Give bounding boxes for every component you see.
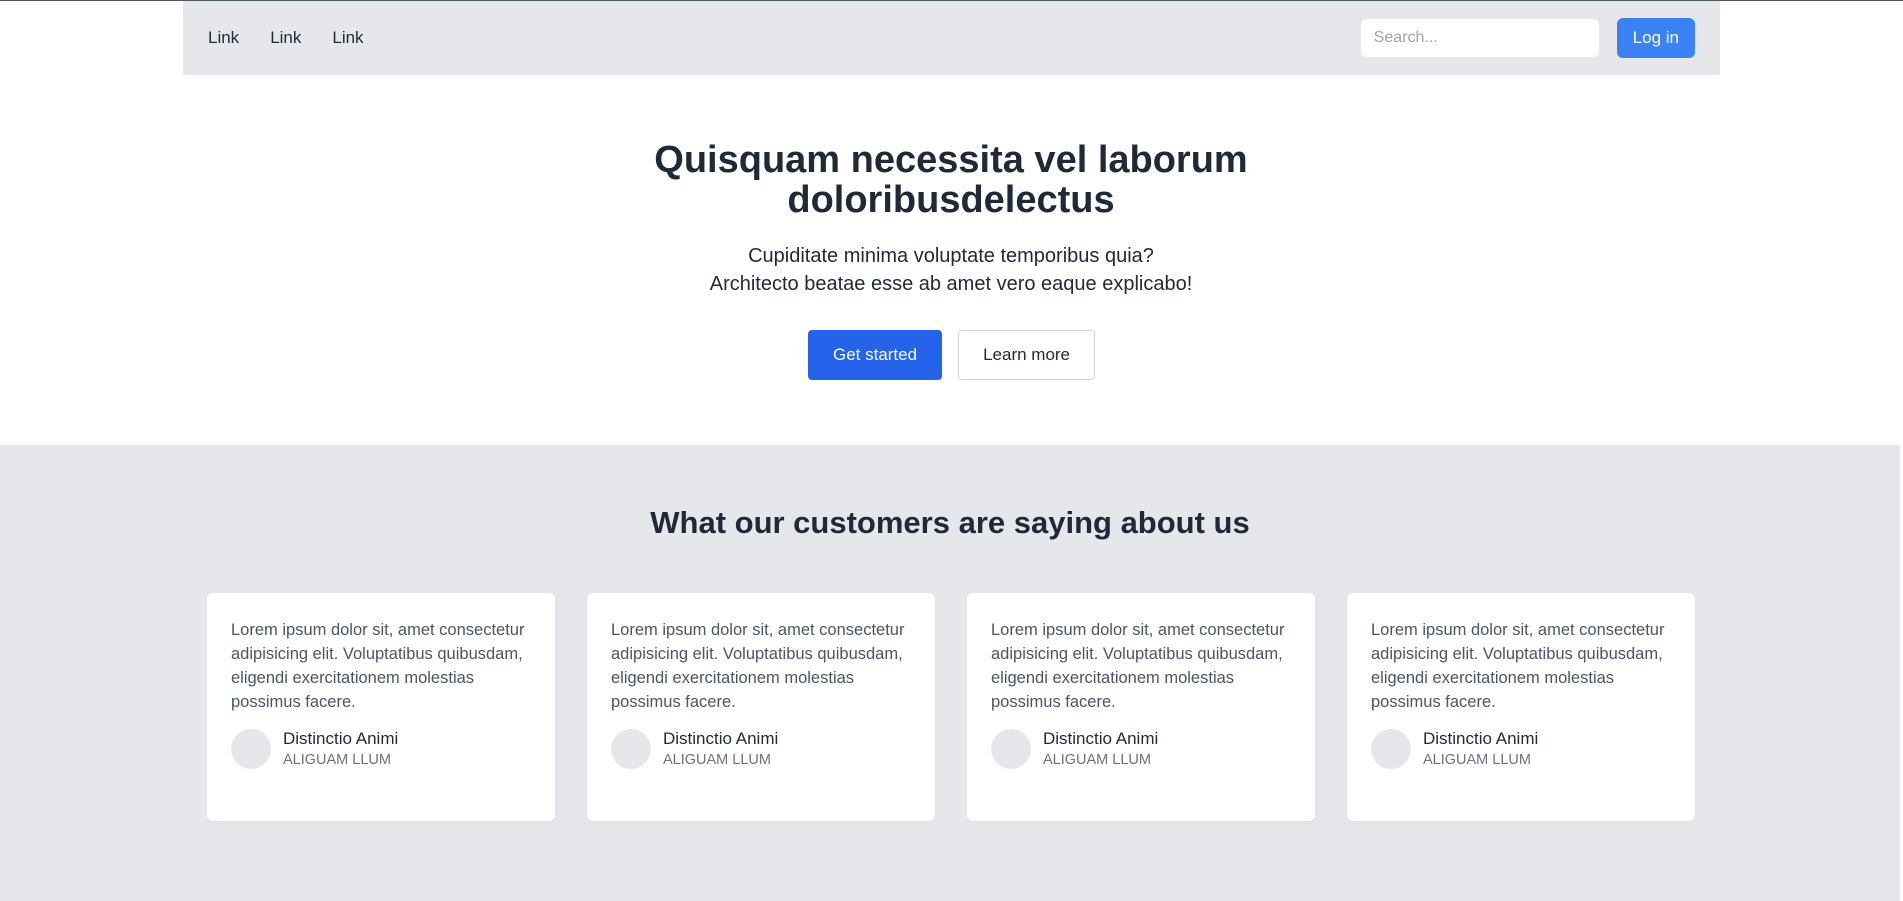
testimonial-author: Distinctio Animi ALIGUAM LLUM xyxy=(991,728,1291,770)
search-input[interactable] xyxy=(1359,18,1600,58)
hero-subtitle-line-1: Cupiditate minima voluptate temporibus q… xyxy=(748,245,1154,267)
hero-title: Quisquam necessita vel laborum doloribus… xyxy=(551,140,1351,220)
author-role: ALIGUAM LLUM xyxy=(1043,752,1151,768)
hero-subtitle: Cupiditate minima voluptate temporibus q… xyxy=(551,242,1351,298)
author-info: Distinctio Animi ALIGUAM LLUM xyxy=(283,728,398,770)
author-name: Distinctio Animi xyxy=(663,729,779,748)
testimonial-quote: Lorem ipsum dolor sit, amet consectetur … xyxy=(1371,621,1665,711)
testimonials-title: What our customers are saying about us xyxy=(650,505,1250,540)
avatar xyxy=(611,729,651,769)
nav-link-2[interactable]: Link xyxy=(270,28,301,48)
testimonial-quote: Lorem ipsum dolor sit, amet consectetur … xyxy=(231,621,525,711)
hero-title-line-1: Quisquam necessita vel laborum xyxy=(654,139,1248,181)
hero-title-line-2: doloribusdelectus xyxy=(787,179,1115,221)
author-info: Distinctio Animi ALIGUAM LLUM xyxy=(1043,728,1158,770)
avatar xyxy=(1371,729,1411,769)
testimonial-card: Lorem ipsum dolor sit, amet consectetur … xyxy=(1347,593,1695,821)
get-started-button[interactable]: Get started xyxy=(807,330,943,380)
testimonial-card: Lorem ipsum dolor sit, amet consectetur … xyxy=(967,593,1315,821)
testimonial-author: Distinctio Animi ALIGUAM LLUM xyxy=(611,728,911,770)
nav-actions: Log in xyxy=(1359,18,1695,58)
author-info: Distinctio Animi ALIGUAM LLUM xyxy=(1423,728,1538,770)
author-name: Distinctio Animi xyxy=(1423,729,1539,748)
hero-actions: Get started Learn more xyxy=(0,330,1903,380)
testimonial-author: Distinctio Animi ALIGUAM LLUM xyxy=(231,728,531,770)
avatar xyxy=(231,729,271,769)
nav-link-1[interactable]: Link xyxy=(208,28,239,48)
testimonial-quote: Lorem ipsum dolor sit, amet consectetur … xyxy=(611,621,905,711)
testimonial-cards: Lorem ipsum dolor sit, amet consectetur … xyxy=(207,593,1695,821)
author-name: Distinctio Animi xyxy=(283,729,399,748)
author-name: Distinctio Animi xyxy=(1043,729,1159,748)
testimonial-card: Lorem ipsum dolor sit, amet consectetur … xyxy=(587,593,935,821)
author-role: ALIGUAM LLUM xyxy=(283,752,391,768)
avatar xyxy=(991,729,1031,769)
author-role: ALIGUAM LLUM xyxy=(1423,752,1531,768)
learn-more-button[interactable]: Learn more xyxy=(958,330,1096,380)
hero-section: Quisquam necessita vel laborum doloribus… xyxy=(0,75,1903,445)
testimonial-card: Lorem ipsum dolor sit, amet consectetur … xyxy=(207,593,555,821)
nav-link-3[interactable]: Link xyxy=(332,28,363,48)
testimonial-author: Distinctio Animi ALIGUAM LLUM xyxy=(1371,728,1671,770)
navbar: Link Link Link Log in xyxy=(183,1,1720,75)
author-role: ALIGUAM LLUM xyxy=(663,752,771,768)
testimonial-quote: Lorem ipsum dolor sit, amet consectetur … xyxy=(991,621,1285,711)
author-info: Distinctio Animi ALIGUAM LLUM xyxy=(663,728,778,770)
testimonials-section: What our customers are saying about us L… xyxy=(0,445,1900,901)
login-button[interactable]: Log in xyxy=(1616,18,1695,58)
hero-subtitle-line-2: Architecto beatae esse ab amet vero eaqu… xyxy=(709,273,1193,295)
nav-links: Link Link Link xyxy=(208,28,364,48)
